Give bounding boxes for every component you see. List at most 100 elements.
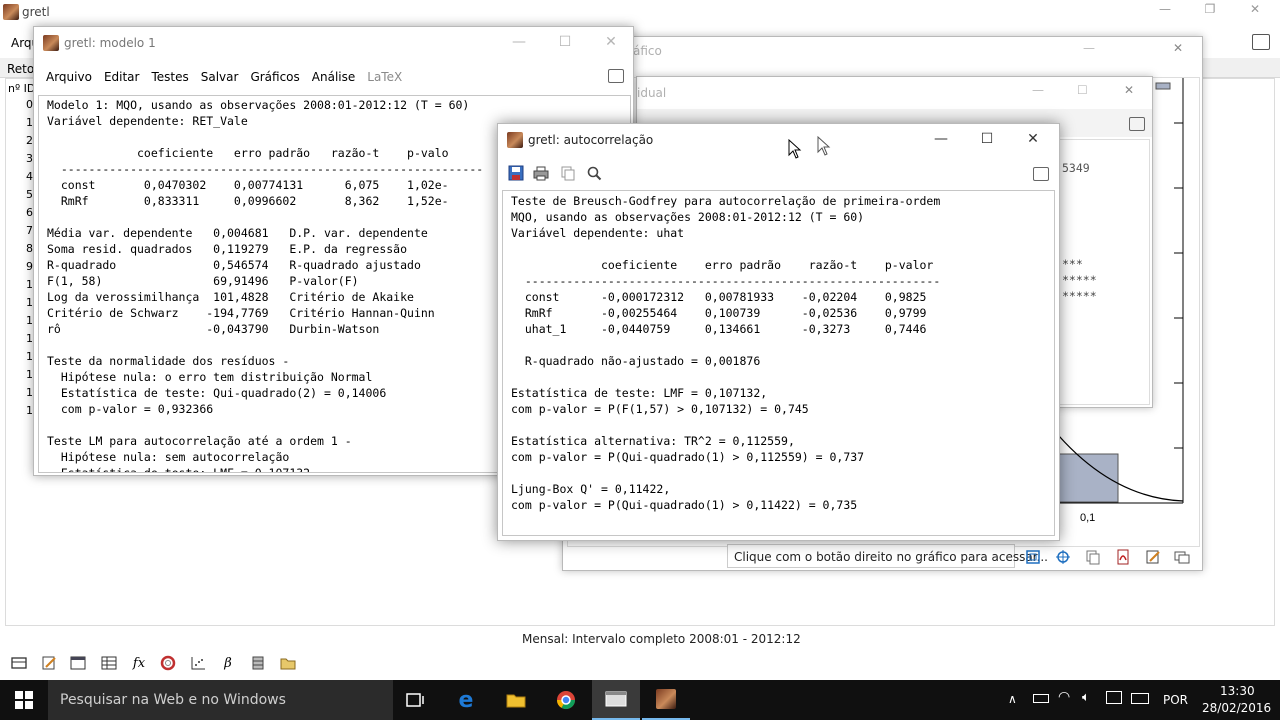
output-line: ----------------------------------------… xyxy=(511,274,941,288)
pdf-icon[interactable] xyxy=(1113,547,1133,567)
graph-minimize-button[interactable]: — xyxy=(1083,41,1095,55)
tray-chevron-icon[interactable]: ∧ xyxy=(1008,692,1017,706)
scatter-icon[interactable] xyxy=(188,653,208,673)
output-line: Modelo 1: MQO, usando as observações 200… xyxy=(47,98,470,112)
main-titlebar: gretl — ❐ ✕ xyxy=(0,0,1280,24)
search-placeholder: Pesquisar na Web e no Windows xyxy=(60,692,286,708)
clock-time[interactable]: 13:30 xyxy=(1220,684,1255,698)
notifications-icon[interactable] xyxy=(1106,691,1122,704)
edge-icon[interactable]: e xyxy=(442,680,490,720)
output-line: Média var. dependente 0,004681 D.P. var.… xyxy=(47,226,428,240)
output-line: Estatística alternativa: TR^2 = 0,112559… xyxy=(511,434,795,448)
language-indicator[interactable]: POR xyxy=(1163,693,1188,707)
clock-date[interactable]: 28/02/2016 xyxy=(1202,701,1271,715)
gretl-taskbar-icon[interactable] xyxy=(642,680,690,720)
model-close-button[interactable]: ✕ xyxy=(588,27,633,57)
main-window-title: gretl xyxy=(22,5,50,19)
model-window-title: gretl: modelo 1 xyxy=(64,36,156,50)
output-line: Log da verossimilhança 101,4828 Critério… xyxy=(47,290,414,304)
output-line: uhat_1 -0,0440759 0,134661 -0,3273 0,744… xyxy=(511,322,927,336)
wifi-icon[interactable]: ◠ xyxy=(1058,689,1070,705)
x-tick-label: 0,1 xyxy=(1080,512,1095,524)
output-line: Teste de Breusch-Godfrey para autocorrel… xyxy=(511,194,941,208)
autocorr-titlebar: gretl: autocorrelação — ☐ ✕ xyxy=(498,124,1059,155)
output-line: Critério de Schwarz -194,7769 Critério H… xyxy=(47,306,435,320)
output-line: R-quadrado 0,546574 R-quadrado ajustado xyxy=(47,258,421,272)
windows-icon[interactable] xyxy=(1172,547,1192,567)
output-line: com p-valor = P(Qui-quadrado(1) > 0,1142… xyxy=(511,498,858,512)
residual-window-icon[interactable] xyxy=(1129,117,1145,131)
function-icon[interactable]: fx xyxy=(129,653,149,673)
model-menubar: Arquivo Editar Testes Salvar Gráficos An… xyxy=(46,65,414,89)
copy-icon[interactable] xyxy=(558,163,578,183)
battery-icon[interactable] xyxy=(1033,694,1049,703)
main-window-icon-right[interactable] xyxy=(1252,34,1270,50)
menu-latex[interactable]: LaTeX xyxy=(367,70,402,84)
output-line: coeficiente erro padrão razão-t p-valor xyxy=(511,258,934,272)
output-line: MQO, usando as observações 2008:01-2012:… xyxy=(511,210,865,224)
autocorr-window-icon[interactable] xyxy=(1033,167,1049,181)
autocorr-minimize-button[interactable]: — xyxy=(918,124,964,154)
output-line: RmRf 0,833311 0,0996602 8,362 1,52e- xyxy=(47,194,449,208)
main-restore-button[interactable]: ❐ xyxy=(1195,2,1225,16)
graph-close-button[interactable]: ✕ xyxy=(1173,41,1183,55)
mouse-cursor xyxy=(788,139,802,159)
help-icon[interactable] xyxy=(158,653,178,673)
task-view-icon[interactable] xyxy=(392,680,440,720)
output-line: ----------------------------------------… xyxy=(47,162,484,176)
model-maximize-button[interactable]: ☐ xyxy=(542,27,588,57)
menu-editar[interactable]: Editar xyxy=(104,70,140,84)
database-icon[interactable] xyxy=(248,653,268,673)
model-minimize-button[interactable]: — xyxy=(496,27,542,57)
console-icon[interactable] xyxy=(68,653,88,673)
notes-icon[interactable] xyxy=(39,653,59,673)
output-line: Estatística de teste: Qui-quadrado(2) = … xyxy=(47,386,387,400)
menu-testes[interactable]: Testes xyxy=(151,70,188,84)
gretl-app-icon xyxy=(3,4,19,20)
taskbar-search-box[interactable]: Pesquisar na Web e no Windows xyxy=(48,680,393,720)
edit-icon[interactable] xyxy=(1143,547,1163,567)
file-explorer-icon[interactable] xyxy=(492,680,540,720)
residual-minimize-button[interactable]: — xyxy=(1032,83,1044,97)
autocorr-maximize-button[interactable]: ☐ xyxy=(964,124,1010,154)
residual-stars-2: ***** xyxy=(1062,273,1097,287)
output-line: Soma resid. quadrados 0,119279 E.P. da r… xyxy=(47,242,408,256)
autocorr-close-button[interactable]: ✕ xyxy=(1010,124,1056,154)
model-window-icon[interactable] xyxy=(608,69,624,83)
model-titlebar: gretl: modelo 1 — ☐ ✕ xyxy=(34,27,633,58)
volume-icon[interactable]: 🔈︎ xyxy=(1082,690,1090,705)
output-line: Variável dependente: RET_Vale xyxy=(47,114,248,128)
output-line: Teste LM para autocorrelação até a ordem… xyxy=(47,434,352,448)
menu-analise[interactable]: Análise xyxy=(312,70,355,84)
main-close-button[interactable]: ✕ xyxy=(1240,2,1270,16)
main-bottom-toolbar: fx β xyxy=(0,650,320,676)
calculator-icon[interactable] xyxy=(9,653,29,673)
sessions-icon[interactable] xyxy=(99,653,119,673)
search-icon[interactable] xyxy=(584,163,604,183)
output-line: RmRf -0,00255464 0,100739 -0,02536 0,979… xyxy=(511,306,927,320)
gretl-taskbar-icon-active[interactable] xyxy=(592,680,640,720)
main-minimize-button[interactable]: — xyxy=(1150,2,1180,16)
beta-icon[interactable]: β xyxy=(218,653,238,673)
copy-icon[interactable] xyxy=(1083,547,1103,567)
print-icon[interactable] xyxy=(531,163,551,183)
gretl-app-icon xyxy=(507,132,523,148)
residual-maximize-button[interactable]: ☐ xyxy=(1077,83,1088,97)
zoom-icon[interactable] xyxy=(1023,547,1043,567)
menu-graficos[interactable]: Gráficos xyxy=(250,70,299,84)
keyboard-icon[interactable] xyxy=(1131,693,1149,704)
residual-close-button[interactable]: ✕ xyxy=(1124,83,1134,97)
output-line: const -0,000172312 0,00781933 -0,02204 0… xyxy=(511,290,927,304)
autocorr-text-area[interactable]: Teste de Breusch-Godfrey para autocorrel… xyxy=(502,190,1055,536)
output-line: com p-valor = P(F(1,57) > 0,107132) = 0,… xyxy=(511,402,809,416)
windows-start-icon[interactable] xyxy=(0,680,48,720)
target-icon[interactable] xyxy=(1053,547,1073,567)
save-icon[interactable] xyxy=(506,163,526,183)
output-line: Hipótese nula: o erro tem distribuição N… xyxy=(47,370,373,384)
graph-window-title: áfico xyxy=(633,44,662,58)
folder-icon[interactable] xyxy=(278,653,298,673)
graph-status-text: Clique com o botão direito no gráfico pa… xyxy=(734,550,1048,564)
chrome-icon[interactable] xyxy=(542,680,590,720)
menu-salvar[interactable]: Salvar xyxy=(201,70,239,84)
menu-arquivo[interactable]: Arquivo xyxy=(46,70,92,84)
